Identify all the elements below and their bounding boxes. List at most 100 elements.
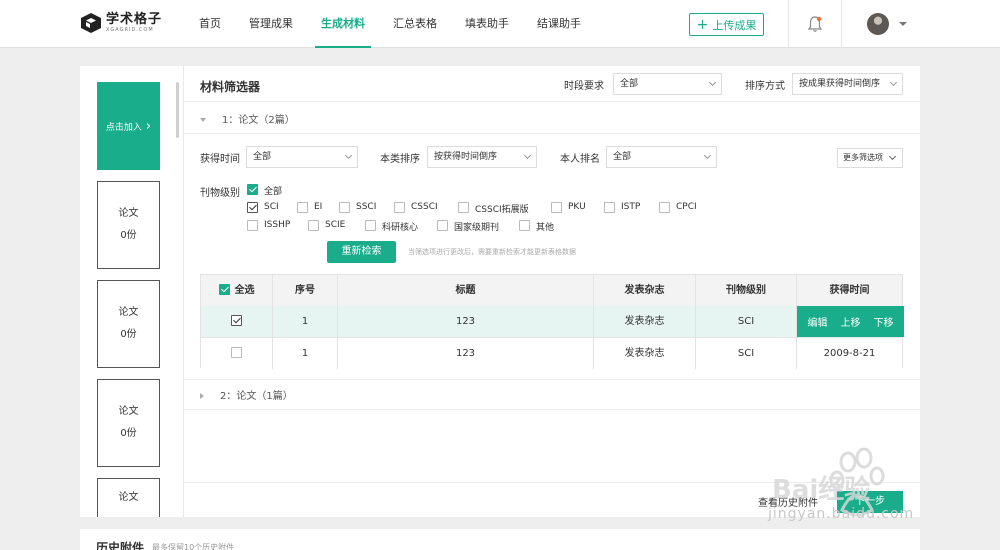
add-material-card[interactable]: 点击加入 › bbox=[97, 82, 160, 170]
row-select-cell[interactable] bbox=[201, 338, 273, 369]
logo[interactable]: 学术格子 XGAGRID.COM bbox=[80, 12, 162, 34]
caret-down-icon bbox=[200, 118, 206, 122]
sort-label: 排序方式 bbox=[745, 81, 785, 92]
move-up-button[interactable]: 上移 bbox=[841, 314, 861, 329]
column-header: 序号 bbox=[273, 275, 338, 306]
avatar[interactable] bbox=[867, 13, 889, 35]
table-header: 全选 序号 标题 发表杂志 刊物级别 获得时间 bbox=[201, 275, 902, 306]
chevron-down-icon bbox=[344, 151, 353, 160]
upload-results-label: 上传成果 bbox=[712, 18, 757, 32]
table-row[interactable]: 1 123 发表杂志 SCI 编辑 上移 下移 bbox=[201, 306, 904, 337]
chevron-down-icon bbox=[708, 78, 717, 87]
rank-select[interactable]: 全部 bbox=[606, 146, 717, 168]
level-label: CSSCI bbox=[411, 202, 438, 212]
level-checkbox-cpci[interactable] bbox=[659, 202, 670, 213]
row-checkbox[interactable] bbox=[231, 314, 242, 326]
level-label: ISTP bbox=[621, 202, 641, 212]
level-checkbox-isshp[interactable] bbox=[247, 220, 258, 231]
re-search-button[interactable]: 重新检索 bbox=[327, 241, 396, 263]
divider bbox=[184, 379, 920, 380]
type-sort-value: 按获得时间倒序 bbox=[434, 152, 498, 162]
obtain-time-select[interactable]: 全部 bbox=[246, 146, 358, 168]
level-checkbox-other[interactable] bbox=[519, 220, 530, 231]
logo-name: 学术格子 bbox=[106, 12, 163, 27]
level-label: EI bbox=[314, 202, 323, 212]
row-title: 123 bbox=[338, 306, 594, 337]
sort-select[interactable]: 按成果获得时间倒序 bbox=[792, 73, 903, 95]
nav-course-assistant[interactable]: 结课助手 bbox=[523, 0, 595, 48]
chevron-down-icon[interactable] bbox=[899, 22, 907, 26]
nav-manage-results[interactable]: 管理成果 bbox=[235, 0, 307, 48]
level-checkbox-core[interactable] bbox=[365, 220, 376, 231]
header-divider bbox=[788, 0, 789, 48]
select-all-cell[interactable]: 全选 bbox=[201, 275, 273, 306]
rank-select-value: 全部 bbox=[613, 152, 632, 162]
header-divider bbox=[841, 0, 842, 48]
more-filters-button[interactable]: 更多筛选项 bbox=[837, 148, 903, 168]
nav-summary-table[interactable]: 汇总表格 bbox=[379, 0, 451, 48]
row-level: SCI bbox=[696, 306, 797, 337]
materials-sidebar: 点击加入 › 论文 0份 论文 0份 论文 0份 论文 bbox=[80, 66, 180, 517]
paper-card[interactable]: 论文 0份 bbox=[97, 280, 160, 368]
paper-card-count: 0份 bbox=[120, 329, 137, 340]
level-checkbox-cssci-ext[interactable] bbox=[458, 202, 469, 213]
level-checkbox-istp[interactable] bbox=[604, 202, 615, 213]
paper-card[interactable]: 论文 bbox=[97, 478, 160, 517]
nav-home[interactable]: 首页 bbox=[185, 0, 235, 48]
more-filters-label: 更多筛选项 bbox=[843, 153, 883, 162]
chevron-down-icon bbox=[523, 151, 532, 160]
plus-icon: + bbox=[696, 16, 709, 33]
move-down-button[interactable]: 下移 bbox=[874, 314, 894, 329]
level-all-checkbox[interactable] bbox=[247, 184, 258, 195]
row-select-cell[interactable] bbox=[201, 306, 273, 337]
chevron-down-icon bbox=[703, 151, 712, 160]
level-checkbox-sci[interactable] bbox=[247, 202, 258, 213]
level-label: PKU bbox=[568, 202, 586, 212]
level-all-label: 全部 bbox=[264, 187, 283, 197]
history-attachments: 历史附件 最多保留10个历史附件 bbox=[80, 529, 920, 550]
level-label: CSSCI拓展版 bbox=[475, 205, 529, 215]
type-sort-label: 本类排序 bbox=[380, 154, 420, 165]
row-title: 123 bbox=[338, 338, 594, 369]
level-checkbox-national[interactable] bbox=[437, 220, 448, 231]
period-select-value: 全部 bbox=[620, 79, 639, 89]
sidebar-scrollbar[interactable] bbox=[176, 82, 179, 138]
group-header-2[interactable]: 2：论文（1篇） bbox=[200, 387, 293, 402]
logo-subtitle: XGAGRID.COM bbox=[106, 27, 154, 33]
nav-form-assistant[interactable]: 填表助手 bbox=[451, 0, 523, 48]
upload-results-button[interactable]: + 上传成果 bbox=[689, 13, 764, 36]
select-all-checkbox[interactable] bbox=[218, 283, 230, 295]
table-row[interactable]: 1 123 发表杂志 SCI 2009-8-21 bbox=[201, 337, 902, 369]
group-header-1[interactable]: 1：论文（2篇） bbox=[200, 111, 295, 126]
top-navbar: 学术格子 XGAGRID.COM 首页 管理成果 生成材料 汇总表格 填表助手 … bbox=[0, 0, 1000, 48]
row-checkbox[interactable] bbox=[231, 346, 242, 358]
group-header-2-label: 2：论文（1篇） bbox=[220, 391, 293, 402]
edit-button[interactable]: 编辑 bbox=[808, 314, 828, 329]
column-header: 发表杂志 bbox=[594, 275, 696, 306]
paper-card-title: 论文 bbox=[118, 307, 139, 318]
sort-select-value: 按成果获得时间倒序 bbox=[799, 79, 881, 89]
divider bbox=[184, 133, 920, 134]
history-note: 最多保留10个历史附件 bbox=[152, 543, 235, 550]
row-level: SCI bbox=[696, 338, 797, 369]
watermark-url: jingyan.baidu.com bbox=[768, 506, 915, 522]
level-checkbox-scie[interactable] bbox=[308, 220, 319, 231]
nav-generate-materials[interactable]: 生成材料 bbox=[307, 0, 379, 48]
level-checkbox-ssci[interactable] bbox=[339, 202, 350, 213]
notification-bell-icon[interactable] bbox=[807, 15, 823, 33]
add-material-label: 点击加入 bbox=[105, 122, 142, 133]
period-select[interactable]: 全部 bbox=[613, 73, 722, 95]
journal-level-label: 刊物级别 bbox=[200, 188, 240, 199]
column-header: 获得时间 bbox=[829, 285, 870, 296]
paper-card-title: 论文 bbox=[118, 406, 139, 417]
level-checkbox-cssci[interactable] bbox=[394, 202, 405, 213]
paper-card[interactable]: 论文 0份 bbox=[97, 379, 160, 467]
group-header-1-label: 1：论文（2篇） bbox=[222, 115, 295, 126]
chevron-right-icon: › bbox=[145, 118, 152, 134]
paper-card[interactable]: 论文 0份 bbox=[97, 181, 160, 269]
level-label: SSCI bbox=[356, 202, 377, 212]
level-checkbox-ei[interactable] bbox=[297, 202, 308, 213]
type-sort-select[interactable]: 按获得时间倒序 bbox=[427, 146, 537, 168]
period-label: 时段要求 bbox=[564, 81, 604, 92]
level-checkbox-pku[interactable] bbox=[551, 202, 562, 213]
